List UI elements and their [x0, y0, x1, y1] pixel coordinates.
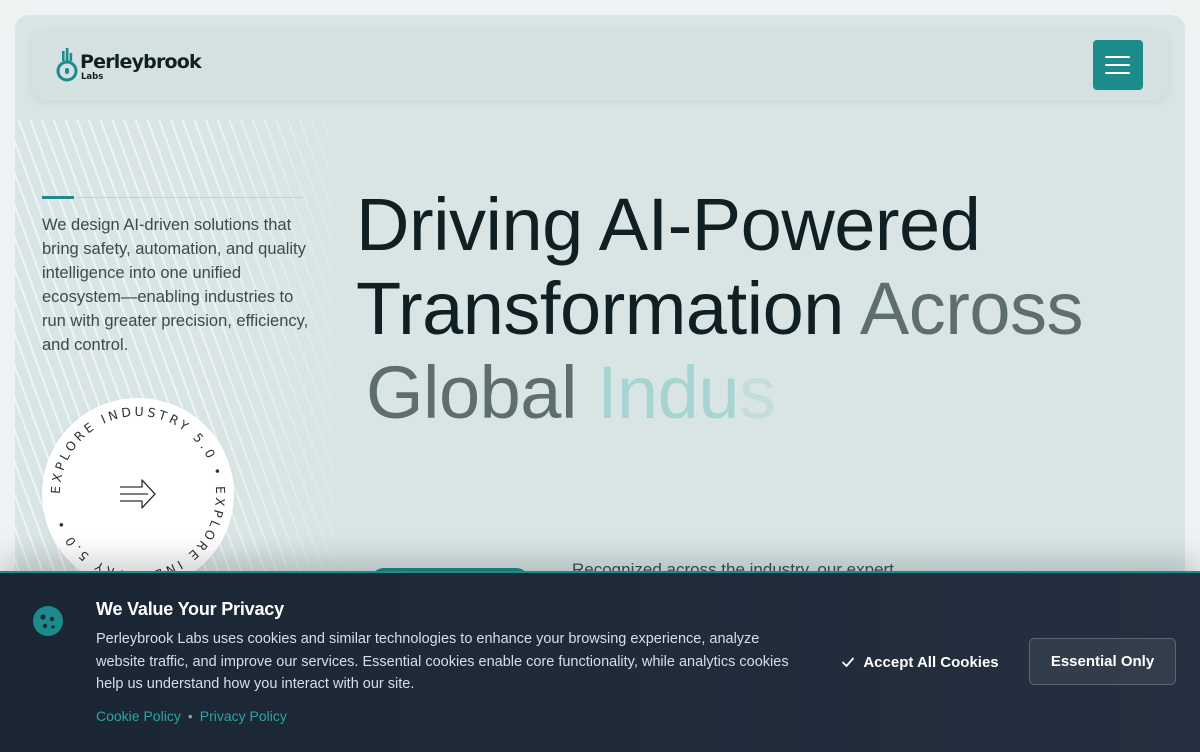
hero-intro-text: We design AI-driven solutions that bring…	[42, 216, 309, 354]
flask-logo-icon	[56, 48, 78, 82]
menu-button[interactable]	[1093, 40, 1143, 90]
divider	[78, 197, 303, 198]
brand-name: Perleybrook	[80, 51, 202, 73]
cookie-icon	[33, 606, 63, 636]
accent-line	[42, 196, 74, 199]
accept-all-cookies-label: Accept All Cookies	[863, 653, 999, 671]
brand-subname: Labs	[81, 72, 104, 82]
top-navbar: Perleybrook Labs	[32, 30, 1168, 100]
check-icon	[842, 657, 855, 667]
headline-part-4: Indu	[596, 351, 740, 434]
essential-only-button[interactable]: Essential Only	[1029, 638, 1176, 685]
headline-part-3: Global	[366, 351, 597, 434]
link-separator: •	[187, 708, 193, 724]
accept-all-cookies-button[interactable]: Accept All Cookies	[830, 639, 1010, 685]
brand-logo[interactable]: Perleybrook Labs	[56, 48, 202, 84]
circular-badge-text: EXPLORE INDUSTRY 5.0 • EXPLORE INDUSTRY …	[48, 404, 225, 584]
headline-part-5: s	[739, 351, 776, 434]
arrow-right-icon	[120, 479, 156, 509]
cookie-title: We Value Your Privacy	[96, 599, 284, 619]
hero-headline: Driving AI-Powered Transformation Across…	[356, 183, 1156, 435]
explore-industry-badge[interactable]: EXPLORE INDUSTRY 5.0 • EXPLORE INDUSTRY …	[42, 398, 234, 590]
cookie-policy-link[interactable]: Cookie Policy	[96, 708, 181, 724]
cookie-links: Cookie Policy • Privacy Policy	[96, 708, 287, 724]
cookie-description: Perleybrook Labs uses cookies and simila…	[96, 631, 789, 692]
cookie-consent-banner: We Value Your Privacy Perleybrook Labs u…	[0, 571, 1200, 752]
headline-part-2: Across	[859, 267, 1084, 350]
privacy-policy-link[interactable]: Privacy Policy	[200, 708, 287, 724]
